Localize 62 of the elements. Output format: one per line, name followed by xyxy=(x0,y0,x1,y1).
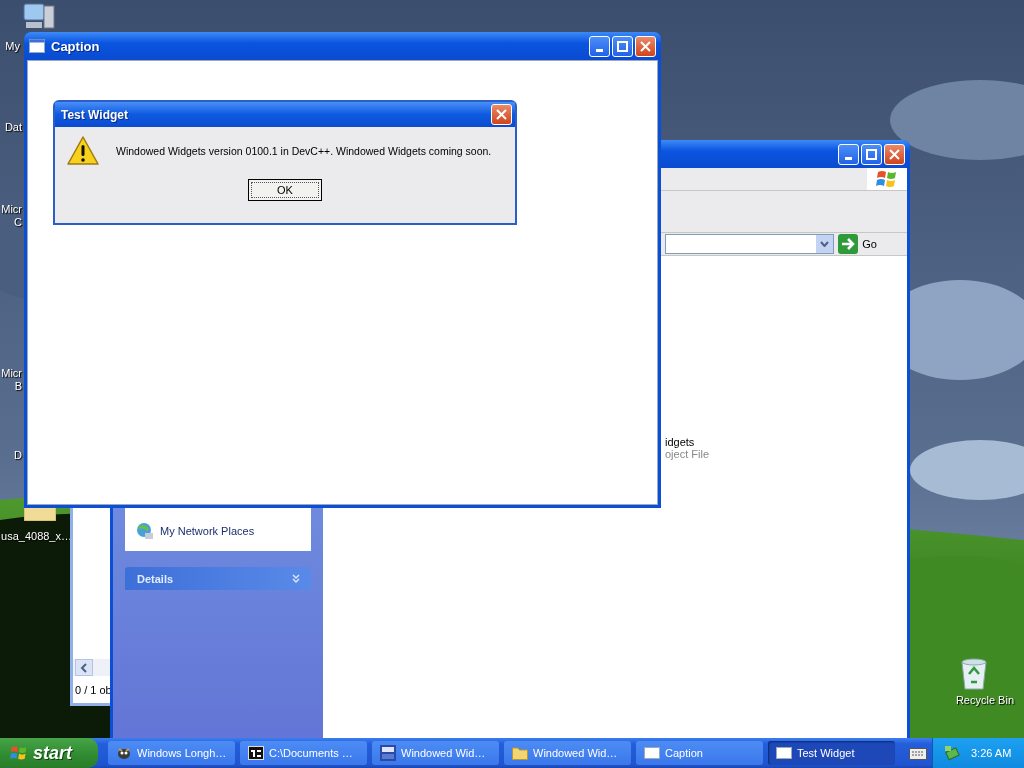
clock: 3:26 AM xyxy=(971,747,1012,759)
details-header[interactable]: Details xyxy=(125,567,311,590)
computer-icon[interactable] xyxy=(22,2,56,30)
desktop-icon-label[interactable]: My xyxy=(5,40,20,53)
taskbar-button[interactable]: Windowed Wid… xyxy=(372,741,499,765)
maximize-icon xyxy=(617,40,628,52)
address-field[interactable] xyxy=(665,234,835,254)
folder-icon xyxy=(512,746,528,760)
window-icon xyxy=(29,39,45,53)
taskbar-button[interactable]: Test Widget xyxy=(768,741,895,765)
scroll-bar[interactable] xyxy=(73,659,110,676)
ok-button[interactable]: OK xyxy=(248,179,322,201)
minimize-icon xyxy=(596,48,603,52)
dropdown-button[interactable] xyxy=(816,235,834,253)
close-button[interactable] xyxy=(491,104,512,125)
minimize-button[interactable] xyxy=(838,143,859,165)
file-name[interactable]: idgets xyxy=(665,436,695,448)
maximize-button[interactable] xyxy=(612,35,633,57)
desktop-icon-label[interactable]: D xyxy=(14,449,22,462)
animal-icon xyxy=(116,745,132,761)
close-button[interactable] xyxy=(635,35,656,57)
desktop-icon-label[interactable]: B xyxy=(14,380,22,393)
keyboard-icon[interactable] xyxy=(909,746,927,760)
taskbar-button[interactable]: Windows Longh… xyxy=(108,741,235,765)
file-type: oject File xyxy=(665,448,710,460)
chevron-down-icon xyxy=(820,241,830,247)
taskbar-button[interactable]: Windowed Wid… xyxy=(504,741,631,765)
close-icon xyxy=(496,109,507,120)
desktop-icon-label[interactable]: Micr xyxy=(1,367,22,380)
window-title: Caption xyxy=(51,38,100,54)
close-button[interactable] xyxy=(884,143,905,165)
minimize-icon xyxy=(845,156,852,160)
dialog-message: Windowed Widgets version 0100.1 in DevC++. Windowed Widgets coming soon. xyxy=(116,145,492,157)
desktop-icon-label[interactable]: C xyxy=(14,216,22,229)
chevron-left-icon xyxy=(80,662,88,673)
maximize-button[interactable] xyxy=(861,143,882,165)
start-button[interactable]: start xyxy=(0,738,98,768)
minimize-button[interactable] xyxy=(589,35,610,57)
dialog-title: Test Widget xyxy=(61,107,128,122)
desktop-icon-label[interactable]: usa_4088_x… xyxy=(1,530,72,543)
flag-logo-icon xyxy=(876,169,898,189)
scroll-left-button[interactable] xyxy=(75,659,93,676)
flag-logo-icon xyxy=(10,744,28,762)
network-place-link[interactable]: My Network Places xyxy=(136,522,310,540)
taskbar-button[interactable]: Caption xyxy=(636,741,763,765)
desktop-icon-label[interactable]: Recycle Bin xyxy=(955,694,1014,707)
desktop-icon-label[interactable]: Dat xyxy=(4,121,22,134)
go-button[interactable]: Go xyxy=(838,234,907,254)
window-icon xyxy=(644,747,660,759)
close-icon xyxy=(889,148,900,160)
desktop-icon-label[interactable]: Micr xyxy=(1,203,22,216)
warning-icon xyxy=(66,135,100,167)
window-icon xyxy=(776,747,792,759)
close-icon xyxy=(640,40,651,52)
taskbar-button[interactable]: C:\Documents … xyxy=(240,741,367,765)
chevron-icon xyxy=(291,573,301,584)
recycle-bin-icon[interactable] xyxy=(958,656,990,690)
application-icon xyxy=(380,745,396,761)
maximize-icon xyxy=(866,148,877,160)
arrow-right-icon xyxy=(838,234,859,254)
archive-icon xyxy=(248,746,264,760)
globe-computer-icon xyxy=(136,522,154,540)
